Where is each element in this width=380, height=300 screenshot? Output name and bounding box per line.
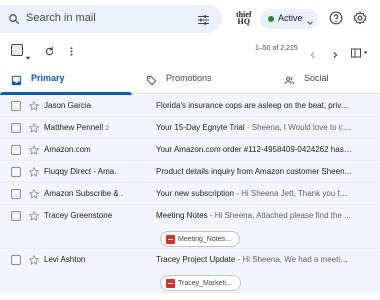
brand-logo: thief HQ xyxy=(236,11,252,26)
attachment-chip[interactable]: Tracey_Marketi... xyxy=(160,275,241,291)
search-input[interactable]: Search in mail xyxy=(26,12,96,24)
email-snippet: Tracey Project Update - Hi Sheena, We ha… xyxy=(156,255,352,264)
inbox-icon xyxy=(11,73,22,91)
sender-name: Matthew Pennell xyxy=(44,123,104,132)
row-checkbox[interactable] xyxy=(11,167,21,177)
sender-name: Amazon.com xyxy=(44,145,91,154)
email-snippet: Florida's insurance cops are asleep on t… xyxy=(156,101,352,110)
pagination-range: 1–50 of 2,215 xyxy=(255,45,298,52)
status-selector[interactable]: Active xyxy=(260,9,318,29)
email-snippet: Product details inquiry from Amazon cust… xyxy=(156,167,352,176)
email-subject: Meeting Notes xyxy=(156,211,208,220)
email-subject: Florida's insurance cops are asleep on t… xyxy=(156,101,352,110)
sender-name: Levi Ashton xyxy=(44,255,86,264)
email-snippet: Your Amazon.com order #112-4958409-04242… xyxy=(156,145,352,154)
email-preview: - Hi Sheena, Attached please find the ..… xyxy=(207,211,351,220)
email-row[interactable]: Amazon Subscribe & . Your new subscripti… xyxy=(0,183,380,205)
thread-count: 2 xyxy=(105,126,109,132)
pdf-file-icon xyxy=(166,278,175,288)
star-icon[interactable] xyxy=(28,253,40,271)
email-snippet: Your new subscription - Hi Sheena Jett, … xyxy=(156,189,352,198)
email-subject: Product details inquiry from Amazon cust… xyxy=(156,167,352,176)
top-bar: Search in mail thief HQ Active xyxy=(0,0,380,38)
star-icon[interactable] xyxy=(28,121,40,139)
status-label: Active xyxy=(278,13,303,23)
email-preview: - Hi Sheena, We had a meeting... xyxy=(235,255,352,264)
email-preview: - Sheena, I Would love to con... xyxy=(244,123,352,132)
email-preview: - Hi Sheena Jett, Thank you for ... xyxy=(233,189,352,198)
help-icon[interactable] xyxy=(329,11,343,30)
logo-line2: HQ xyxy=(237,17,250,26)
attachment-name: Meeting_Notes... xyxy=(178,235,231,243)
email-subject: Your new subscription xyxy=(156,189,234,198)
email-snippet: Meeting Notes - Hi Sheena, Attached plea… xyxy=(156,211,352,220)
chevron-left-icon[interactable] xyxy=(309,46,317,64)
email-sender: Matthew Pennell 2 xyxy=(44,123,150,132)
tag-icon xyxy=(146,73,157,91)
tab-promotions[interactable]: Promotions xyxy=(146,64,266,94)
star-icon[interactable] xyxy=(28,99,40,117)
sender-name: Amazon Subscribe & . xyxy=(44,189,124,198)
sender-name: Fiuqqy Direct - Ama. xyxy=(44,167,117,176)
email-subject: Your 15-Day Egnyte Trial xyxy=(156,123,245,132)
row-checkbox[interactable] xyxy=(11,145,21,155)
email-sender: Jason Garcia xyxy=(44,101,150,110)
select-all-checkbox[interactable] xyxy=(11,44,23,56)
email-row[interactable]: Fiuqqy Direct - Ama. Product details inq… xyxy=(0,161,380,183)
email-row[interactable]: Amazon.com Your Amazon.com order #112-49… xyxy=(0,139,380,161)
sender-name: Tracey Greenstone xyxy=(44,211,113,220)
email-sender: Amazon.com xyxy=(44,145,150,154)
row-checkbox[interactable] xyxy=(11,123,21,133)
chevron-down-icon xyxy=(306,14,314,32)
email-sender: Tracey Greenstone xyxy=(44,211,150,220)
email-subject: Your Amazon.com order #112-4958409-04242… xyxy=(156,145,352,154)
tab-primary[interactable]: Primary xyxy=(0,64,132,95)
category-tabs: Primary Promotions Social xyxy=(0,64,380,95)
people-icon xyxy=(284,73,295,91)
star-icon[interactable] xyxy=(28,187,40,205)
email-snippet: Your 15-Day Egnyte Trial - Sheena, I Wou… xyxy=(156,123,352,132)
row-checkbox[interactable] xyxy=(11,211,21,221)
row-checkbox[interactable] xyxy=(11,101,21,111)
row-checkbox[interactable] xyxy=(11,255,21,265)
search-icon[interactable] xyxy=(8,12,20,30)
tab-social-label: Social xyxy=(304,73,329,83)
sender-name: Jason Garcia xyxy=(44,101,92,110)
refresh-icon[interactable] xyxy=(44,44,55,62)
status-dot-icon xyxy=(268,16,274,22)
email-row[interactable]: Tracey Greenstone Meeting Notes - Hi She… xyxy=(0,205,380,249)
star-icon[interactable] xyxy=(28,209,40,227)
email-sender: Levi Ashton xyxy=(44,255,150,264)
tab-social[interactable]: Social xyxy=(284,64,374,94)
tab-primary-label: Primary xyxy=(31,73,65,83)
tab-promotions-label: Promotions xyxy=(166,73,212,83)
mail-toolbar: 1–50 of 2,215 xyxy=(0,38,380,62)
attachment-name: Tracey_Marketi... xyxy=(178,279,232,287)
search-bar[interactable]: Search in mail xyxy=(0,5,222,33)
search-options-icon[interactable] xyxy=(197,13,210,31)
star-icon[interactable] xyxy=(28,165,40,183)
pdf-file-icon xyxy=(166,234,175,244)
gear-icon[interactable] xyxy=(353,11,367,30)
star-icon[interactable] xyxy=(28,143,40,161)
chevron-right-icon[interactable] xyxy=(331,46,339,64)
more-vert-icon[interactable] xyxy=(66,44,77,62)
email-row[interactable]: Matthew Pennell 2 Your 15-Day Egnyte Tri… xyxy=(0,117,380,139)
email-subject: Tracey Project Update xyxy=(156,255,236,264)
density-toggle-icon[interactable] xyxy=(351,45,369,63)
email-sender: Amazon Subscribe & . xyxy=(44,189,150,198)
attachment-chip[interactable]: Meeting_Notes... xyxy=(160,231,240,247)
email-row[interactable]: Levi Ashton Tracey Project Update - Hi S… xyxy=(0,249,380,293)
row-checkbox[interactable] xyxy=(11,189,21,199)
email-row[interactable]: Jason Garcia Florida's insurance cops ar… xyxy=(0,95,380,117)
email-sender: Fiuqqy Direct - Ama. xyxy=(44,167,150,176)
